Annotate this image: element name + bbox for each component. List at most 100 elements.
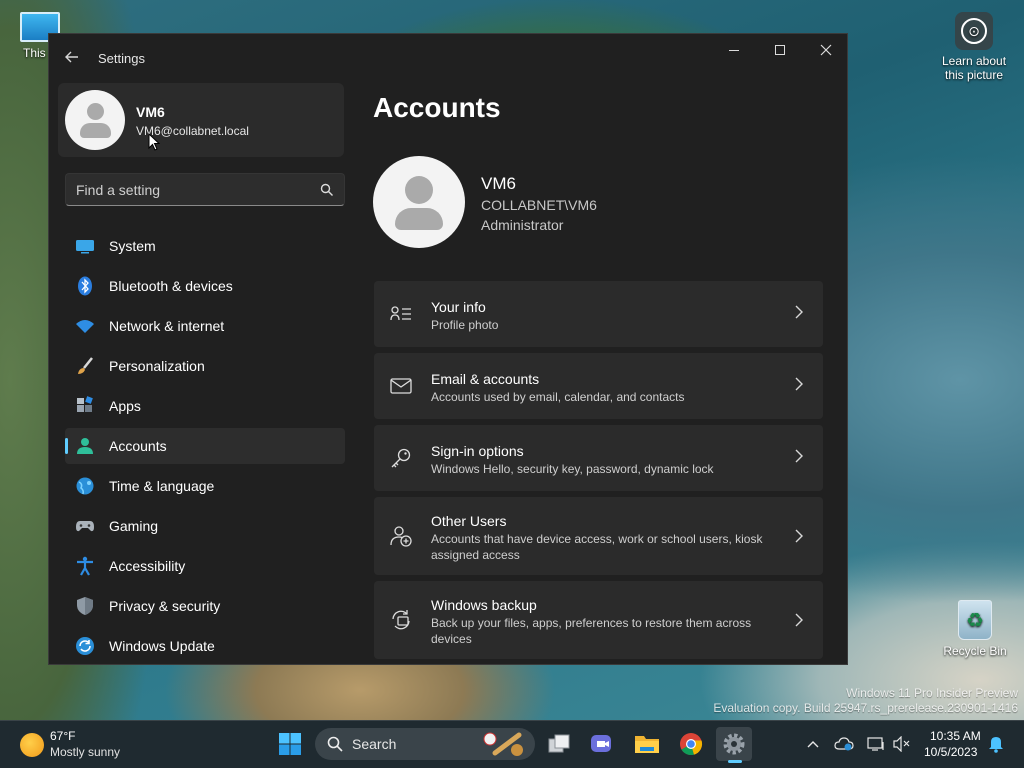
chrome-button[interactable] xyxy=(673,727,709,761)
camera-icon: ⊙ xyxy=(955,12,993,50)
search-icon[interactable] xyxy=(320,183,334,197)
teams-chat-button[interactable] xyxy=(584,727,620,761)
card-sign-in-options[interactable]: Sign-in options Windows Hello, security … xyxy=(374,425,823,491)
account-role: Administrator xyxy=(481,217,564,233)
close-icon xyxy=(820,44,832,56)
nav-label: Bluetooth & devices xyxy=(109,278,233,294)
close-button[interactable] xyxy=(803,34,847,66)
backup-icon xyxy=(390,609,412,631)
card-description: Accounts that have device access, work o… xyxy=(431,532,763,562)
card-title: Other Users xyxy=(431,513,507,529)
accounts-icon xyxy=(75,436,95,456)
find-setting-search[interactable] xyxy=(65,173,345,206)
folder-icon xyxy=(635,736,659,753)
learn-about-picture-icon[interactable]: ⊙ Learn about this picture xyxy=(936,12,1012,82)
settings-taskbar-button[interactable] xyxy=(716,727,752,761)
network-icon xyxy=(867,737,884,751)
taskbar-search-label: Search xyxy=(352,736,397,752)
task-view-button[interactable] xyxy=(541,727,577,761)
mouse-cursor-icon xyxy=(148,133,160,151)
file-explorer-button[interactable] xyxy=(629,727,665,761)
build-watermark: Windows 11 Pro Insider Preview Evaluatio… xyxy=(713,686,1018,716)
nav-item-bluetooth[interactable]: Bluetooth & devices xyxy=(65,268,345,304)
nav-label: Personalization xyxy=(109,358,205,374)
system-icon xyxy=(75,236,95,256)
onedrive-tray-button[interactable] xyxy=(834,735,854,753)
card-description: Back up your files, apps, preferences to… xyxy=(431,616,752,646)
nav-item-privacy-security[interactable]: Privacy & security xyxy=(65,588,345,624)
task-view-icon xyxy=(548,734,570,753)
wifi-icon xyxy=(75,316,95,336)
chevron-right-icon xyxy=(795,377,805,391)
minimize-icon xyxy=(729,49,739,51)
start-button[interactable] xyxy=(272,727,308,761)
user-name: VM6 xyxy=(136,104,165,120)
bluetooth-icon xyxy=(75,276,95,296)
account-domain: COLLABNET\VM6 xyxy=(481,197,597,213)
search-highlight-icon xyxy=(483,732,523,756)
add-user-icon xyxy=(390,525,412,547)
nav-item-apps[interactable]: Apps xyxy=(65,388,345,424)
card-title: Windows backup xyxy=(431,597,537,613)
chevron-right-icon xyxy=(795,305,805,319)
card-your-info[interactable]: Your info Profile photo xyxy=(374,281,823,347)
weather-temperature[interactable]: 67°F xyxy=(50,729,75,743)
recycle-bin-icon: ♻ xyxy=(958,600,992,640)
nav-item-gaming[interactable]: Gaming xyxy=(65,508,345,544)
weather-sun-icon[interactable] xyxy=(20,733,44,757)
nav-item-windows-update[interactable]: Windows Update xyxy=(65,628,345,664)
shield-icon xyxy=(75,596,95,616)
notifications-button[interactable] xyxy=(986,735,1006,753)
back-button[interactable] xyxy=(61,46,83,68)
account-avatar xyxy=(373,156,465,248)
card-description: Profile photo xyxy=(431,318,499,332)
card-title: Email & accounts xyxy=(431,371,540,387)
maximize-button[interactable] xyxy=(757,34,803,66)
chevron-up-icon xyxy=(807,741,819,748)
nav-label: Apps xyxy=(109,398,141,414)
learn-about-picture-label: Learn about this picture xyxy=(941,54,1007,82)
watermark-edition: Windows 11 Pro Insider Preview xyxy=(846,686,1018,700)
nav-label: System xyxy=(109,238,156,254)
update-icon xyxy=(75,636,95,656)
nav-label: Accounts xyxy=(109,438,167,454)
watermark-build: Evaluation copy. Build 25947.rs_prerelea… xyxy=(713,701,1018,715)
chevron-right-icon xyxy=(795,449,805,463)
show-hidden-icons-button[interactable] xyxy=(803,735,823,753)
card-windows-backup[interactable]: Windows backup Back up your files, apps,… xyxy=(374,581,823,659)
cloud-icon xyxy=(834,737,854,751)
arrow-left-icon xyxy=(65,51,78,63)
maximize-icon xyxy=(775,45,785,55)
chrome-icon xyxy=(680,733,703,756)
search-icon xyxy=(327,736,343,752)
user-profile-card[interactable]: VM6 VM6@collabnet.local xyxy=(58,83,344,157)
volume-tray-button[interactable] xyxy=(892,735,912,753)
search-input[interactable] xyxy=(66,174,306,205)
nav-item-network[interactable]: Network & internet xyxy=(65,308,345,344)
nav-label: Time & language xyxy=(109,478,215,494)
nav-item-accounts[interactable]: Accounts xyxy=(65,428,345,464)
card-other-users[interactable]: Other Users Accounts that have device ac… xyxy=(374,497,823,575)
nav-item-personalization[interactable]: Personalization xyxy=(65,348,345,384)
card-title: Sign-in options xyxy=(431,443,524,459)
card-email-accounts[interactable]: Email & accounts Accounts used by email,… xyxy=(374,353,823,419)
minimize-button[interactable] xyxy=(711,34,757,66)
clock-time[interactable]: 10:35 AM xyxy=(930,729,981,743)
nav-item-time-language[interactable]: Time & language xyxy=(65,468,345,504)
settings-window: Settings VM6 VM6@collabnet.local Find a … xyxy=(48,33,848,665)
network-tray-button[interactable] xyxy=(866,735,886,753)
settings-nav: System Bluetooth & devices Network & int… xyxy=(65,228,345,664)
taskbar-search[interactable]: Search xyxy=(315,728,535,760)
card-description: Windows Hello, security key, password, d… xyxy=(431,462,714,476)
title-bar[interactable]: Settings xyxy=(49,34,847,80)
clock-date[interactable]: 10/5/2023 xyxy=(924,745,977,759)
page-title: Accounts xyxy=(373,92,501,123)
recycle-bin-desktop-icon[interactable]: ♻ Recycle Bin xyxy=(937,600,1013,658)
nav-label: Network & internet xyxy=(109,318,225,334)
active-app-indicator xyxy=(728,760,742,763)
weather-condition[interactable]: Mostly sunny xyxy=(50,745,120,759)
nav-item-accessibility[interactable]: Accessibility xyxy=(65,548,345,584)
card-title: Your info xyxy=(431,299,486,315)
gear-icon xyxy=(723,733,745,755)
nav-item-system[interactable]: System xyxy=(65,228,345,264)
